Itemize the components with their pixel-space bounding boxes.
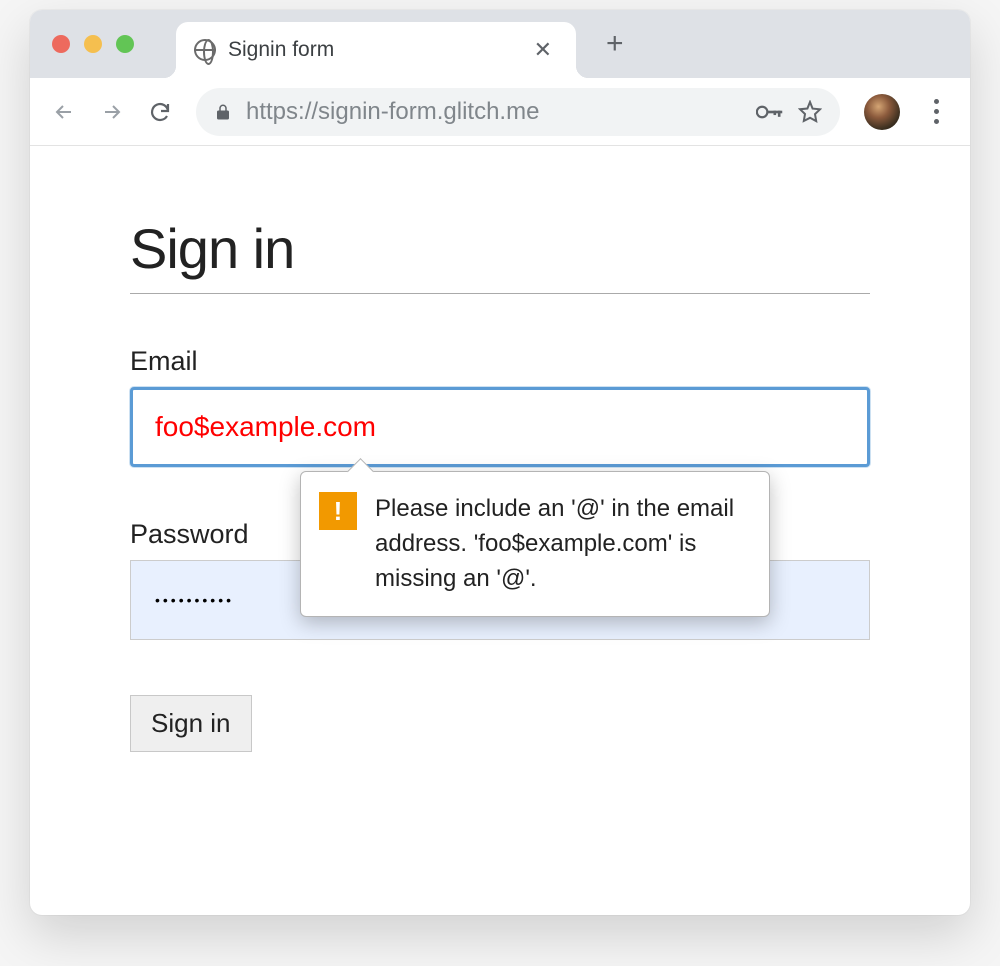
close-tab-button[interactable]: ✕: [528, 37, 558, 63]
browser-tab[interactable]: Signin form ✕: [176, 22, 576, 78]
page-title: Sign in: [130, 216, 870, 294]
warning-icon: !: [319, 492, 357, 530]
titlebar: Signin form ✕ +: [30, 10, 970, 78]
forward-button[interactable]: [92, 92, 132, 132]
validation-tooltip: ! Please include an '@' in the email add…: [300, 471, 770, 617]
email-field[interactable]: [130, 387, 870, 467]
toolbar: https://signin-form.glitch.me: [30, 78, 970, 146]
address-bar[interactable]: https://signin-form.glitch.me: [196, 88, 840, 136]
tab-title: Signin form: [228, 38, 528, 62]
maximize-window-button[interactable]: [116, 35, 134, 53]
kebab-icon: [934, 99, 939, 124]
menu-button[interactable]: [916, 92, 956, 132]
star-icon[interactable]: [798, 100, 822, 124]
email-label: Email: [130, 346, 870, 377]
lock-icon: [214, 102, 232, 122]
reload-button[interactable]: [140, 92, 180, 132]
window-controls: [52, 35, 134, 53]
back-button[interactable]: [44, 92, 84, 132]
key-icon[interactable]: [756, 103, 784, 121]
profile-avatar[interactable]: [864, 94, 900, 130]
new-tab-button[interactable]: +: [606, 27, 624, 61]
page-content: Sign in Email Password Sign in ! Please …: [30, 146, 970, 822]
url-text: https://signin-form.glitch.me: [246, 98, 742, 126]
signin-button[interactable]: Sign in: [130, 695, 252, 752]
globe-icon: [194, 39, 216, 61]
tooltip-message: Please include an '@' in the email addre…: [375, 492, 749, 596]
close-window-button[interactable]: [52, 35, 70, 53]
browser-window: Signin form ✕ + https://signin-form.glit…: [30, 10, 970, 915]
minimize-window-button[interactable]: [84, 35, 102, 53]
